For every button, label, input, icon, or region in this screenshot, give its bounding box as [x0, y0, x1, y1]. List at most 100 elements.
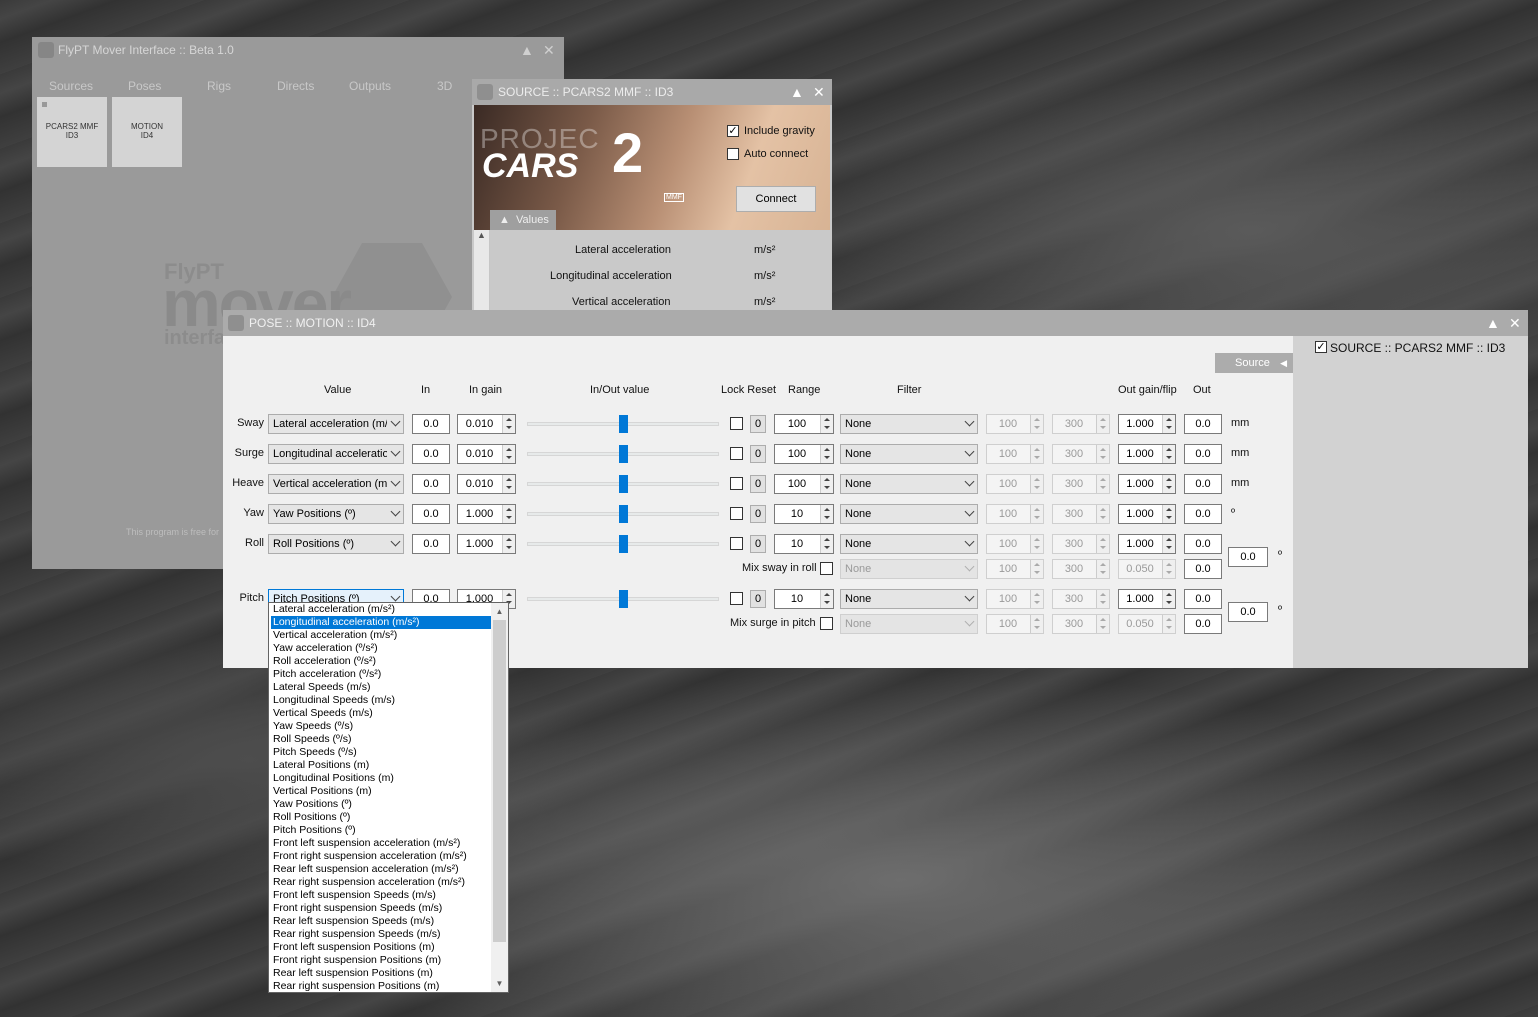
dropdown-option[interactable]: Front left suspension Positions (m) [271, 941, 491, 954]
spinner-arrows-icon[interactable] [1162, 445, 1175, 463]
in-out-slider[interactable] [527, 474, 719, 494]
dropdown-option[interactable]: Rear left suspension Speeds (m/s) [271, 915, 491, 928]
in-gain-spinner[interactable]: 1.000 [457, 534, 516, 554]
spinner-arrows-icon[interactable] [1162, 475, 1175, 493]
dropdown-option[interactable]: Pitch Positions (º) [271, 824, 491, 837]
dropdown-option[interactable]: Rear right suspension acceleration (m/s²… [271, 876, 491, 889]
lock-checkbox[interactable] [730, 537, 743, 550]
values-tab[interactable]: ▲ Values [490, 210, 556, 230]
dropdown-option[interactable]: Rear left suspension Positions (m) [271, 967, 491, 980]
tab-3d[interactable]: 3D [437, 79, 452, 93]
value-select[interactable]: Roll Positions (º) [268, 534, 404, 554]
value-select[interactable]: Lateral acceleration (m/s²) [268, 414, 404, 434]
dropdown-option[interactable]: Yaw Positions (º) [271, 798, 491, 811]
reset-button[interactable]: 0 [750, 535, 766, 553]
dropdown-option[interactable]: Longitudinal Positions (m) [271, 772, 491, 785]
out-gain-spinner[interactable]: 1.000 [1118, 474, 1176, 494]
out-field[interactable]: 0.0 [1184, 534, 1222, 554]
range-spinner[interactable]: 10 [774, 589, 834, 609]
spinner-arrows-icon[interactable] [820, 475, 833, 493]
reset-button[interactable]: 0 [750, 415, 766, 433]
lock-checkbox[interactable] [730, 507, 743, 520]
mix-surge-in-pitch-checkbox[interactable] [820, 617, 833, 630]
out-gain-spinner[interactable]: 1.000 [1118, 589, 1176, 609]
reset-button[interactable]: 0 [750, 445, 766, 463]
filter-select[interactable]: None [840, 504, 978, 524]
filter-select[interactable]: None [840, 589, 978, 609]
dropdown-option[interactable]: Yaw acceleration (º/s²) [271, 642, 491, 655]
dropdown-option[interactable]: Lateral Speeds (m/s) [271, 681, 491, 694]
mix-surge-in-pitch-total-field[interactable]: 0.0 [1228, 602, 1268, 622]
out-gain-spinner[interactable]: 1.000 [1118, 534, 1176, 554]
value-select[interactable]: Longitudinal acceleration (m/s²) [268, 444, 404, 464]
dropdown-scrollbar[interactable]: ▲ ▼ [491, 603, 508, 992]
slider-thumb[interactable] [619, 475, 628, 493]
spinner-arrows-icon[interactable] [502, 415, 515, 433]
dropdown-option[interactable]: Longitudinal Speeds (m/s) [271, 694, 491, 707]
source-tile-pcars2[interactable]: PCARS2 MMF ID3 [37, 97, 107, 167]
dropdown-option[interactable]: Roll Positions (º) [271, 811, 491, 824]
filter-select[interactable]: None [840, 444, 978, 464]
value-select[interactable]: Vertical acceleration (m/s²) [268, 474, 404, 494]
dropdown-option[interactable]: Front left suspension acceleration (m/s²… [271, 837, 491, 850]
spinner-arrows-icon[interactable] [1162, 535, 1175, 553]
in-field[interactable]: 0.0 [412, 414, 450, 434]
slider-thumb[interactable] [619, 590, 628, 608]
slider-thumb[interactable] [619, 415, 628, 433]
mix-sway-in-roll-out-field[interactable]: 0.0 [1184, 559, 1222, 579]
out-field[interactable]: 0.0 [1184, 504, 1222, 524]
close-icon[interactable]: ✕ [543, 37, 555, 63]
source-titlebar[interactable]: SOURCE :: PCARS2 MMF :: ID3 ▲ ✕ [472, 79, 832, 105]
in-gain-spinner[interactable]: 1.000 [457, 504, 516, 524]
lock-checkbox[interactable] [730, 417, 743, 430]
dropdown-option[interactable]: Front left suspension Speeds (m/s) [271, 889, 491, 902]
out-field[interactable]: 0.0 [1184, 474, 1222, 494]
spinner-arrows-icon[interactable] [820, 505, 833, 523]
in-out-slider[interactable] [527, 589, 719, 609]
tab-directs[interactable]: Directs [277, 79, 314, 93]
range-spinner[interactable]: 100 [774, 414, 834, 434]
pose-titlebar[interactable]: POSE :: MOTION :: ID4 ▲ ✕ [223, 310, 1528, 336]
dropdown-option[interactable]: Longitudinal acceleration (m/s²) [271, 616, 491, 629]
spinner-arrows-icon[interactable] [820, 415, 833, 433]
main-titlebar[interactable]: FlyPT Mover Interface :: Beta 1.0 ▲ ✕ [32, 37, 564, 63]
out-field[interactable]: 0.0 [1184, 589, 1222, 609]
mix-sway-in-roll-checkbox[interactable] [820, 562, 833, 575]
out-field[interactable]: 0.0 [1184, 414, 1222, 434]
slider-thumb[interactable] [619, 445, 628, 463]
reset-button[interactable]: 0 [750, 475, 766, 493]
out-gain-spinner[interactable]: 1.000 [1118, 504, 1176, 524]
spinner-arrows-icon[interactable] [820, 590, 833, 608]
tab-poses[interactable]: Poses [128, 79, 161, 93]
dropdown-option[interactable]: Front right suspension Speeds (m/s) [271, 902, 491, 915]
out-field[interactable]: 0.0 [1184, 444, 1222, 464]
close-icon[interactable]: ✕ [1509, 310, 1521, 336]
spinner-arrows-icon[interactable] [1162, 415, 1175, 433]
dropdown-option[interactable]: Pitch Speeds (º/s) [271, 746, 491, 759]
lock-checkbox[interactable] [730, 447, 743, 460]
include-gravity-checkbox[interactable]: ✓ [727, 125, 739, 137]
out-gain-spinner[interactable]: 1.000 [1118, 414, 1176, 434]
range-spinner[interactable]: 10 [774, 534, 834, 554]
pose-tile-motion[interactable]: MOTION ID4 [112, 97, 182, 167]
in-field[interactable]: 0.0 [412, 504, 450, 524]
filter-select[interactable]: None [840, 474, 978, 494]
scroll-up-icon[interactable]: ▲ [491, 603, 508, 620]
tab-outputs[interactable]: Outputs [349, 79, 391, 93]
in-gain-spinner[interactable]: 0.010 [457, 444, 516, 464]
connect-button[interactable]: Connect [736, 186, 816, 212]
auto-connect-checkbox[interactable] [727, 148, 739, 160]
in-gain-spinner[interactable]: 0.010 [457, 414, 516, 434]
dropdown-option[interactable]: Vertical acceleration (m/s²) [271, 629, 491, 642]
filter-select[interactable]: None [840, 414, 978, 434]
spinner-arrows-icon[interactable] [502, 505, 515, 523]
spinner-arrows-icon[interactable] [1162, 590, 1175, 608]
lock-checkbox[interactable] [730, 477, 743, 490]
in-out-slider[interactable] [527, 444, 719, 464]
tab-rigs[interactable]: Rigs [207, 79, 231, 93]
values-scrollbar[interactable]: ▲ [474, 230, 490, 319]
in-field[interactable]: 0.0 [412, 444, 450, 464]
dropdown-option[interactable]: Vertical Positions (m) [271, 785, 491, 798]
minimize-icon[interactable]: ▲ [790, 79, 804, 105]
dropdown-option[interactable]: Roll Speeds (º/s) [271, 733, 491, 746]
